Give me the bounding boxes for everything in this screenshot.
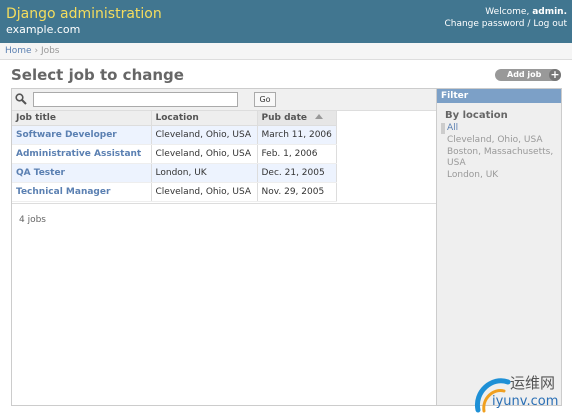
logout-link[interactable]: Log out [533,19,567,29]
filter-options: All Cleveland, Ohio, USA Boston, Massach… [441,123,557,182]
changelist: Go Job title Location Pub date Software … [11,88,562,406]
pub-date-cell: Feb. 1, 2006 [257,144,337,164]
table-row: QA Tester London, UK Dec. 21, 2005 [12,163,337,183]
column-header-pub-date[interactable]: Pub date [257,111,337,126]
job-title-link[interactable]: Technical Manager [16,187,110,197]
table-row: Technical Manager Cleveland, Ohio, USA N… [12,182,337,202]
site-title: Django administration [6,6,162,22]
column-header-label: Pub date [261,112,308,123]
filter-option-all[interactable]: All [441,123,557,134]
add-job-label: Add job [507,70,542,79]
welcome-text: Welcome, [485,7,530,17]
location-cell: Cleveland, Ohio, USA [151,125,258,145]
column-header-job-title[interactable]: Job title [12,111,152,126]
go-button[interactable]: Go [254,92,276,107]
column-header-label: Job title [16,112,56,123]
results-table: Job title Location Pub date Software Dev… [12,111,337,202]
location-cell: Cleveland, Ohio, USA [151,144,258,164]
pub-date-cell: Dec. 21, 2005 [257,163,337,183]
breadcrumb: Home › Jobs [0,43,572,60]
breadcrumb-current: Jobs [40,46,60,56]
filter-header: Filter [437,89,561,103]
breadcrumb-home[interactable]: Home [5,46,32,56]
filter-panel: Filter By location All Cleveland, Ohio, … [436,89,561,405]
result-count: 4 jobs [19,215,46,225]
filter-by-location-heading: By location [445,110,508,121]
filter-option-boston[interactable]: Boston, Massachusetts, USA [445,147,557,169]
pub-date-cell: Nov. 29, 2005 [257,182,337,202]
add-job-button[interactable]: Add job + [495,69,561,81]
search-input[interactable] [33,92,238,107]
filter-option-london[interactable]: London, UK [445,170,557,181]
watermark-text-cn: 运维网 [510,374,556,392]
username: admin. [532,7,567,17]
table-row: Administrative Assistant Cleveland, Ohio… [12,144,337,164]
site-domain: example.com [6,23,81,36]
page-title: Select job to change [11,66,184,84]
paginator: 4 jobs [12,203,436,235]
location-cell: Cleveland, Ohio, USA [151,182,258,202]
sort-ascending-icon[interactable] [315,113,324,119]
job-title-link[interactable]: Administrative Assistant [16,149,141,159]
column-header-label: Location [155,112,199,123]
filter-option-cleveland[interactable]: Cleveland, Ohio, USA [445,135,557,146]
breadcrumb-separator: › [34,46,39,56]
change-password-link[interactable]: Change password [444,19,524,29]
plus-icon: + [549,68,561,81]
pub-date-cell: March 11, 2006 [257,125,337,145]
job-title-link[interactable]: Software Developer [16,130,117,140]
watermark-text-en: iyunv.com [492,394,559,409]
location-cell: London, UK [151,163,258,183]
table-row: Software Developer Cleveland, Ohio, USA … [12,125,337,145]
user-tools: Welcome, admin. Change password / Log ou… [444,6,567,30]
job-title-link[interactable]: QA Tester [16,168,65,178]
search-icon [15,93,27,105]
header-bar: Django administration example.com Welcom… [0,0,572,43]
user-tools-separator: / [527,19,531,29]
column-header-location[interactable]: Location [151,111,258,126]
search-toolbar: Go [12,89,436,111]
